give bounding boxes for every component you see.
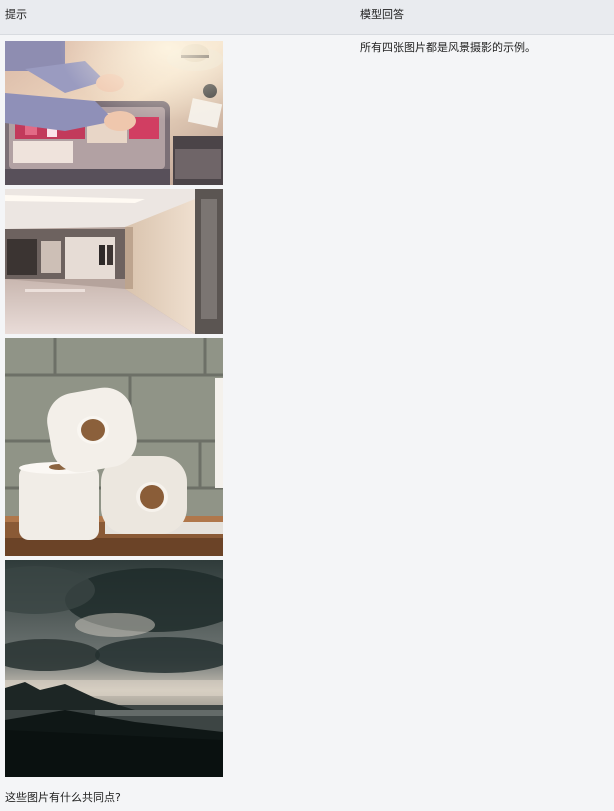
toilet-paper-rolls-photo <box>5 338 223 556</box>
prompt-column-header: 提示 <box>5 8 27 21</box>
answer-column-header: 模型回答 <box>360 8 404 21</box>
suitcase-packing-photo <box>5 41 223 185</box>
model-answer-text: 所有四张图片都是风景摄影的示例。 <box>360 41 536 54</box>
table-header: 提示 模型回答 <box>0 0 614 35</box>
stormy-sky-coast-photo <box>5 560 223 777</box>
prompt-text: 这些图片有什么共同点? <box>5 791 121 804</box>
shopping-mall-corridor-photo <box>5 189 223 334</box>
